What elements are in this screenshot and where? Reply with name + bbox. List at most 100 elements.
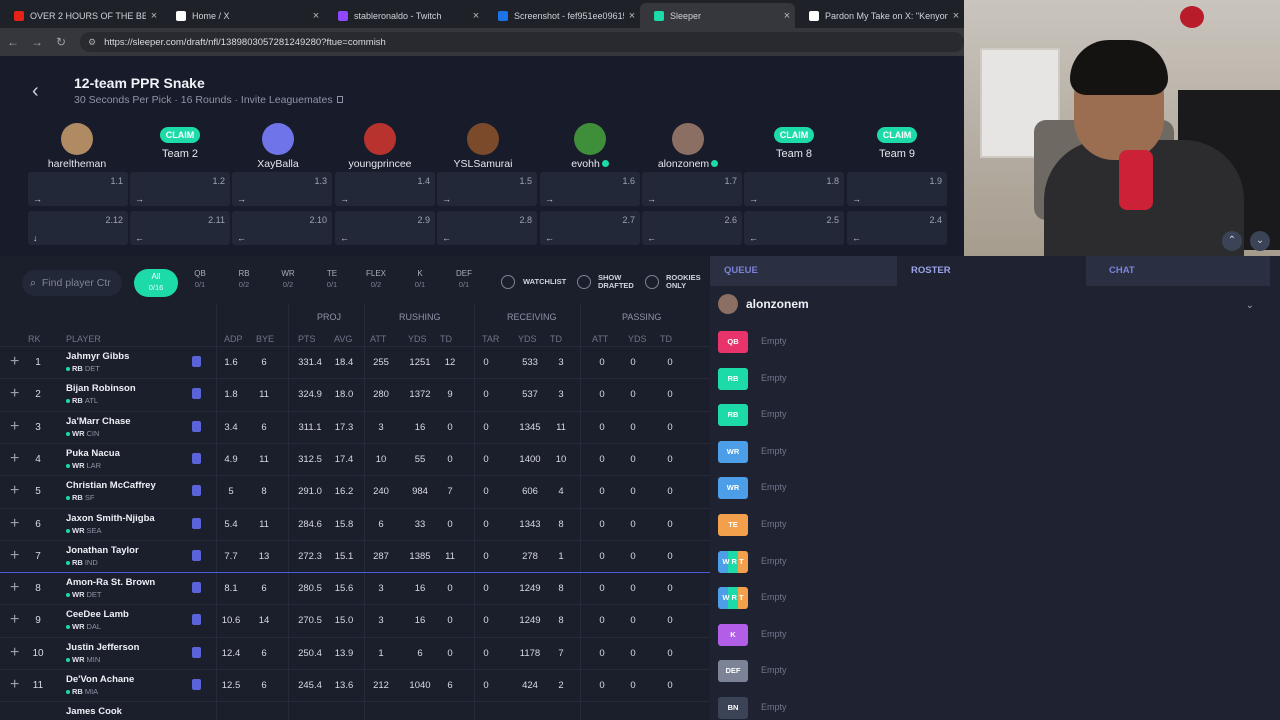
close-icon[interactable]: × [146, 10, 162, 22]
player-search[interactable]: ⌕ Find player Ctr [22, 270, 122, 296]
browser-tab[interactable]: Home / X × [162, 3, 324, 28]
team-slot[interactable]: alonzonem [638, 123, 738, 170]
add-player-icon[interactable]: + [10, 418, 19, 434]
column-header[interactable]: TD [440, 334, 452, 344]
column-header[interactable]: RK [28, 334, 41, 344]
filter-flex[interactable]: FLEX 0/2 [354, 269, 398, 289]
table-row[interactable]: +11 De'Von Achane RB MIA 12.5 6 245.4 13.6 212 10… [0, 669, 710, 701]
news-icon[interactable] [192, 582, 201, 594]
filter-all[interactable]: All 0/16 [134, 269, 178, 297]
claim-button[interactable]: CLAIM [876, 127, 918, 143]
back-icon[interactable]: ← [2, 35, 24, 49]
claim-button[interactable]: CLAIM [159, 127, 201, 143]
team-slot[interactable]: CLAIM Team 9 [847, 123, 947, 160]
column-header[interactable]: PTS [298, 334, 316, 344]
pick-cell[interactable]: 1.1 → [28, 172, 128, 206]
team-slot[interactable]: CLAIM Team 8 [744, 123, 844, 160]
add-player-icon[interactable]: + [10, 483, 19, 499]
roster-owner[interactable]: alonzonem [718, 294, 809, 314]
pick-cell[interactable]: 1.4 → [335, 172, 435, 206]
pick-cell[interactable]: 2.5 ← [744, 211, 844, 245]
add-player-icon[interactable]: + [10, 580, 19, 596]
back-arrow-icon[interactable]: ‹ [32, 80, 39, 103]
column-header[interactable]: YDS [408, 334, 427, 344]
tab-roster[interactable]: ROSTER [897, 256, 1086, 286]
news-icon[interactable] [192, 679, 201, 690]
show-drafted-checkbox[interactable] [577, 275, 591, 289]
team-slot[interactable]: YSLSamurai [433, 123, 533, 170]
rookies-only-checkbox[interactable] [645, 275, 659, 289]
column-header[interactable]: ADP [224, 334, 243, 344]
filter-k[interactable]: K 0/1 [398, 269, 442, 289]
table-row[interactable]: +10 Justin Jefferson WR MIN 12.4 6 250.4 13.9 1 6… [0, 636, 710, 669]
team-slot[interactable]: evohh [540, 123, 640, 170]
table-row[interactable]: +6 Jaxon Smith-Njigba WR SEA 5.4 11 284.6 15.8 6… [0, 507, 710, 540]
news-icon[interactable] [192, 452, 201, 464]
claim-button[interactable]: CLAIM [773, 127, 815, 143]
pick-cell[interactable]: 2.9 ← [335, 211, 435, 245]
table-row[interactable]: +4 Puka Nacua WR LAR 4.9 11 312.5 17.4 10 55 0 0 140… [0, 442, 710, 475]
table-row[interactable]: +9 CeeDee Lamb WR DAL 10.6 14 270.5 15.0 3 16 0 0 12… [0, 604, 710, 636]
table-row[interactable]: +5 Christian McCaffrey RB SF 5 8 291.0 16.2 240 9… [0, 475, 710, 507]
add-player-icon[interactable]: + [10, 386, 19, 402]
column-header[interactable]: BYE [256, 334, 274, 344]
pick-cell[interactable]: 2.6 ← [642, 211, 742, 245]
news-icon[interactable] [192, 549, 201, 561]
add-player-icon[interactable]: + [10, 677, 19, 693]
watchlist-checkbox[interactable] [501, 275, 515, 289]
pick-cell[interactable]: 1.6 → [540, 172, 640, 206]
close-icon[interactable]: × [624, 10, 640, 22]
pick-cell[interactable]: 1.9 → [847, 172, 947, 206]
column-header[interactable]: ATT [370, 334, 386, 344]
forward-icon[interactable]: → [26, 35, 48, 49]
column-header[interactable]: YDS [518, 334, 537, 344]
news-icon[interactable] [192, 646, 201, 658]
table-row[interactable]: +8 Amon-Ra St. Brown WR DET 8.1 6 280.5 15.6 3 16… [0, 572, 710, 604]
url-field[interactable]: ⚙ https://sleeper.com/draft/nfl/13898030… [80, 32, 964, 52]
pick-cell[interactable]: 2.4 ← [847, 211, 947, 245]
browser-tab[interactable]: Sleeper × [640, 3, 795, 28]
pick-cell[interactable]: 1.2 → [130, 172, 230, 206]
add-player-icon[interactable]: + [10, 450, 19, 466]
team-slot[interactable]: hareltheman [27, 123, 127, 170]
news-icon[interactable] [192, 517, 201, 529]
pick-cell[interactable]: 2.12 ↓ [28, 211, 128, 245]
column-header[interactable]: ATT [592, 334, 608, 344]
scroll-down-button[interactable]: ⌄ [1250, 231, 1270, 251]
reload-icon[interactable]: ↻ [50, 35, 72, 49]
pick-cell[interactable]: 2.11 ← [130, 211, 230, 245]
team-slot[interactable]: CLAIM Team 2 [130, 123, 230, 160]
news-icon[interactable] [192, 388, 201, 400]
tab-queue[interactable]: QUEUE [710, 256, 897, 286]
filter-def[interactable]: DEF 0/1 [442, 269, 486, 289]
table-row[interactable]: +7 Jonathan Taylor RB IND 7.7 13 272.3 15.1 287 1… [0, 539, 710, 572]
close-icon[interactable]: × [468, 10, 484, 22]
site-info-icon[interactable]: ⚙ [88, 37, 96, 48]
filter-wr[interactable]: WR 0/2 [266, 269, 310, 289]
pick-cell[interactable]: 1.5 → [437, 172, 537, 206]
add-player-icon[interactable]: + [10, 354, 19, 370]
add-player-icon[interactable]: + [10, 644, 19, 660]
team-slot[interactable]: youngprincee [330, 123, 430, 170]
filter-rb[interactable]: RB 0/2 [222, 269, 266, 289]
column-header[interactable]: AVG [334, 334, 352, 344]
table-row[interactable]: +3 Ja'Marr Chase WR CIN 3.4 6 311.1 17.3 3 16 0 0 13… [0, 410, 710, 443]
filter-qb[interactable]: QB 0/1 [178, 269, 222, 289]
browser-tab[interactable]: stableronaldo - Twitch × [324, 3, 484, 28]
chevron-down-icon[interactable]: ⌄ [1246, 300, 1254, 311]
table-row[interactable]: James Cook [0, 701, 710, 720]
copy-icon[interactable] [337, 96, 344, 103]
table-row[interactable]: +2 Bijan Robinson RB ATL 1.8 11 324.9 18.0 280 13… [0, 378, 710, 410]
news-icon[interactable] [192, 420, 201, 432]
pick-cell[interactable]: 1.7 → [642, 172, 742, 206]
browser-tab[interactable]: Pardon My Take on X: "Kenyon × [795, 3, 964, 28]
filter-te[interactable]: TE 0/1 [310, 269, 354, 289]
pick-cell[interactable]: 1.8 → [744, 172, 844, 206]
close-icon[interactable]: × [948, 10, 964, 22]
team-slot[interactable]: XayBalla [228, 123, 328, 170]
pick-cell[interactable]: 2.8 ← [437, 211, 537, 245]
news-icon[interactable] [192, 356, 201, 367]
close-icon[interactable]: × [779, 10, 795, 22]
pick-cell[interactable]: 2.7 ← [540, 211, 640, 245]
column-header[interactable]: PLAYER [66, 334, 101, 344]
